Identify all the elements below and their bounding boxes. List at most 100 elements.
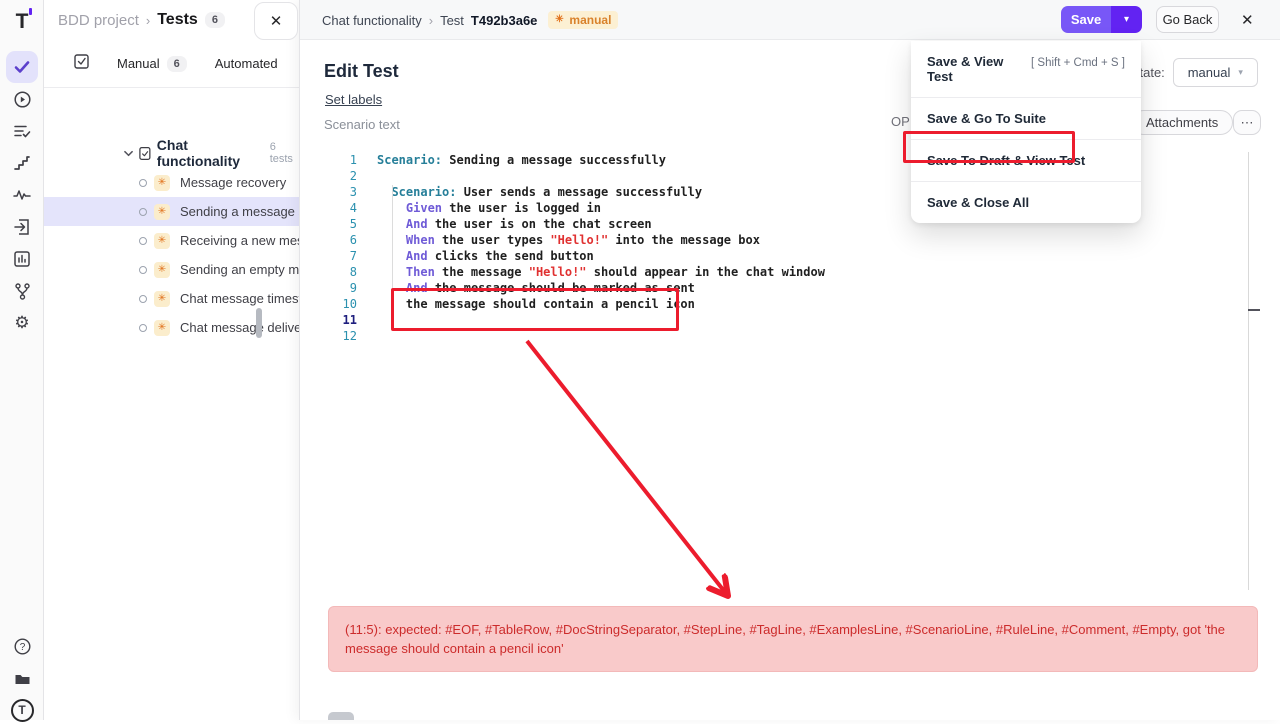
sidebar-item-pulse[interactable]: [0, 181, 44, 209]
page-title: Edit Test: [324, 61, 399, 82]
state-row: state: manual ▾: [1133, 58, 1258, 87]
overlay-close-icon[interactable]: ✕: [1241, 11, 1254, 29]
sidebar-item-plans[interactable]: [0, 117, 44, 145]
breadcrumb-section[interactable]: Tests: [157, 11, 198, 29]
tree-tab-manual[interactable]: Manual6: [117, 56, 187, 72]
sidebar-item-branches[interactable]: [0, 277, 44, 305]
indent-guide: [392, 185, 393, 313]
menu-item-shortcut: [ Shift + Cmd + S ]: [1031, 57, 1125, 69]
line-code: Given the user is logged in: [377, 200, 601, 216]
manual-test-icon: ✳: [154, 175, 170, 191]
collapsed-button-stub[interactable]: [328, 712, 354, 720]
breadcrumb-suite[interactable]: Chat functionality: [322, 13, 422, 28]
suite-row[interactable]: Chat functionality 6 tests: [124, 142, 299, 164]
menu-item-label: Save & Go To Suite: [927, 111, 1046, 126]
list-check-icon: [14, 124, 31, 139]
breadcrumb: BDD project › Tests 6: [58, 0, 225, 40]
status-circle-icon: [139, 295, 147, 303]
line-number: 1: [321, 152, 357, 168]
test-tree-item[interactable]: ✳Receiving a new message: [44, 226, 299, 255]
line-number: 3: [321, 184, 357, 200]
tests-count-badge: 6: [205, 12, 225, 28]
test-id: T492b3a6e: [471, 13, 538, 28]
sidebar-item-projects[interactable]: [0, 665, 44, 693]
git-branch-icon: [15, 283, 30, 300]
tree-tab-bar: Manual6AutomatedOut: [44, 40, 299, 88]
test-title: Receiving a new message: [180, 233, 299, 248]
test-tree-item[interactable]: ✳Message recovery: [44, 168, 299, 197]
more-options-button[interactable]: ⋯: [1233, 110, 1261, 135]
test-tree-panel: Manual6AutomatedOut Chat functionality 6…: [44, 40, 299, 720]
editor-line: 9 And the message should be marked as se…: [321, 280, 1256, 296]
breadcrumb-project[interactable]: BDD project: [58, 12, 139, 29]
sidebar-item-tests[interactable]: [0, 50, 44, 84]
save-button[interactable]: Save: [1061, 6, 1111, 33]
sidebar-item-import[interactable]: [0, 213, 44, 241]
sidebar-item-reports[interactable]: [0, 245, 44, 273]
stairs-icon: [14, 156, 30, 170]
menu-item-label: Save & View Test: [927, 54, 1023, 84]
save-dropdown-caret-button[interactable]: ▾: [1111, 6, 1142, 33]
suite-name: Chat functionality: [157, 137, 264, 169]
test-tree-item[interactable]: ✳Sending a message succes: [44, 197, 299, 226]
set-labels-link[interactable]: Set labels: [325, 92, 382, 107]
status-circle-icon: [139, 179, 147, 187]
tree-tab-automated[interactable]: Automated: [215, 56, 278, 72]
test-title: Chat message delivery stat: [180, 320, 299, 335]
import-box-icon: [14, 219, 30, 235]
save-dropdown-menu: Save & View Test[ Shift + Cmd + S ]Save …: [911, 41, 1141, 223]
editor-line: 12: [321, 328, 1256, 344]
sidebar-item-runs[interactable]: [0, 85, 44, 113]
pulse-icon: [13, 189, 31, 201]
sidebar-item-steps[interactable]: [0, 149, 44, 177]
scenario-text-label: Scenario text: [324, 117, 400, 132]
line-code: And the user is on the chat screen: [377, 216, 652, 232]
test-title: Chat message timestamps: [180, 291, 299, 306]
sidebar-item-help[interactable]: ?: [0, 632, 44, 660]
breadcrumb-separator: ›: [146, 13, 150, 28]
status-circle-icon: [139, 237, 147, 245]
editor-line: 7 And clicks the send button: [321, 248, 1256, 264]
menu-item-save-go-to-suite[interactable]: Save & Go To Suite: [911, 97, 1141, 139]
line-code: When the user types "Hello!" into the me…: [377, 232, 760, 248]
status-circle-icon: [139, 208, 147, 216]
overlay-header: Chat functionality › Test T492b3a6e ✳ ma…: [300, 0, 1280, 40]
tab-close-button[interactable]: ✕: [254, 2, 298, 40]
line-code: Scenario: User sends a message successfu…: [377, 184, 702, 200]
state-value: manual: [1188, 65, 1231, 80]
tab-count-badge: 6: [167, 56, 187, 72]
tree-tabs: Manual6AutomatedOut: [89, 56, 299, 72]
line-number: 12: [321, 328, 357, 344]
attachments-button[interactable]: Attachments: [1131, 110, 1233, 135]
filter-checklist-icon[interactable]: [74, 54, 89, 74]
bar-chart-icon: [14, 251, 30, 267]
line-number: 2: [321, 168, 357, 184]
edit-test-overlay: Chat functionality › Test T492b3a6e ✳ ma…: [299, 0, 1280, 720]
menu-item-save-to-draft-view-test[interactable]: Save To Draft & View Test: [911, 139, 1141, 181]
folder-icon: [14, 672, 31, 686]
suite-document-icon: [139, 146, 151, 161]
app-sidebar: T ⚙ ? T: [0, 0, 44, 720]
svg-text:?: ?: [19, 642, 25, 653]
overlay-breadcrumb: Chat functionality › Test T492b3a6e ✳ ma…: [322, 0, 618, 40]
menu-item-save-view-test[interactable]: Save & View Test [ Shift + Cmd + S ]: [911, 41, 1141, 97]
line-number: 7: [321, 248, 357, 264]
go-back-button[interactable]: Go Back: [1156, 6, 1219, 33]
manual-badge-label: manual: [569, 13, 611, 27]
scrollbar-thumb[interactable]: [256, 308, 262, 338]
menu-item-save-close-all[interactable]: Save & Close All: [911, 181, 1141, 223]
sidebar-item-settings[interactable]: ⚙: [0, 309, 44, 337]
manual-test-icon: ✳: [154, 320, 170, 336]
line-number: 10: [321, 296, 357, 312]
test-tree-item[interactable]: ✳Sending an empty message: [44, 255, 299, 284]
state-select[interactable]: manual ▾: [1173, 58, 1258, 87]
editor-panel-border: [1248, 152, 1249, 590]
chevron-down-icon: ▾: [1124, 14, 1129, 25]
line-number: 4: [321, 200, 357, 216]
line-number: 11: [321, 312, 357, 328]
gherkin-parse-error-message: (11:5): expected: #EOF, #TableRow, #DocS…: [328, 606, 1258, 672]
app-logo[interactable]: T: [0, 8, 44, 36]
gear-icon: ⚙: [14, 313, 29, 333]
breadcrumb-test-prefix: Test: [440, 13, 464, 28]
manual-test-icon: ✳: [154, 262, 170, 278]
